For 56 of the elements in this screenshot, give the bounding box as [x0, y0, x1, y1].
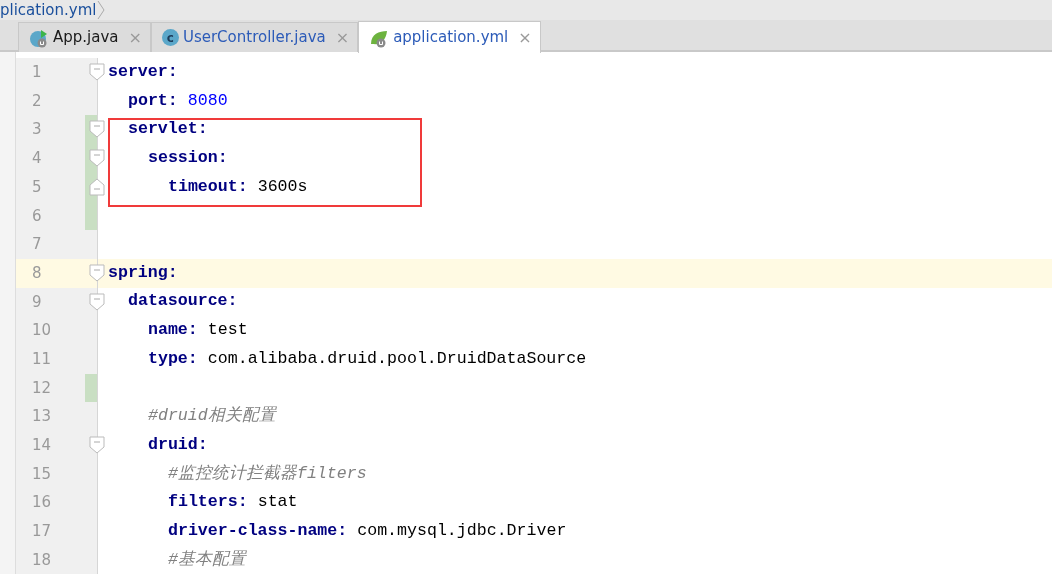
yaml-key: datasource:: [128, 289, 238, 315]
breadcrumb-item[interactable]: plication.yml: [0, 0, 97, 20]
yaml-key: filters:: [168, 490, 248, 516]
line-number: 8: [32, 262, 42, 284]
class-icon: c: [161, 29, 179, 46]
yaml-key: timeout:: [168, 174, 248, 200]
editor-tab[interactable]: App.java ×: [18, 22, 151, 52]
yaml-key: port:: [128, 88, 178, 114]
yaml-value: stat: [257, 491, 298, 514]
line-number: 2: [32, 90, 42, 112]
yaml-value: com.alibaba.druid.pool.DruidDataSource: [207, 347, 587, 370]
yaml-value: 3600s: [257, 175, 308, 198]
tab-label: UserController.java: [182, 27, 326, 49]
fold-icon[interactable]: [89, 292, 105, 311]
fold-icon[interactable]: [89, 120, 105, 139]
fold-icon[interactable]: [89, 149, 105, 168]
line-number: 9: [32, 291, 42, 313]
yaml-key: servlet:: [128, 117, 208, 143]
code-comment: #基本配置: [168, 548, 246, 571]
fold-icon[interactable]: [89, 263, 105, 282]
line-number: 13: [32, 406, 52, 428]
line-number: 10: [32, 320, 52, 342]
line-number: 16: [32, 492, 52, 514]
line-number: 4: [32, 148, 42, 170]
yaml-value: 8080: [187, 89, 228, 112]
class-run-icon: [29, 27, 49, 48]
chevron-icon: [96, 0, 107, 20]
line-number: 11: [32, 348, 52, 370]
line-number: 1: [32, 62, 42, 84]
code-comment: #druid相关配置: [148, 405, 276, 428]
line-number: 15: [32, 463, 52, 485]
editor-tab[interactable]: application.yml ×: [358, 21, 541, 53]
tab-label: application.yml: [393, 27, 509, 49]
fold-icon[interactable]: [89, 435, 105, 454]
line-number: 18: [32, 549, 52, 571]
line-number: 17: [32, 521, 52, 543]
line-number: 7: [32, 234, 42, 256]
editor-tab[interactable]: c UserController.java ×: [150, 22, 359, 52]
yaml-key: session:: [148, 145, 228, 171]
line-number: 6: [32, 205, 42, 227]
fold-icon[interactable]: [89, 63, 105, 81]
close-icon[interactable]: ×: [518, 25, 532, 50]
yaml-key: driver-class-name:: [168, 518, 348, 544]
line-number: 14: [32, 435, 52, 457]
yaml-value: com.mysql.jdbc.Driver: [357, 519, 567, 542]
yaml-key: server:: [108, 59, 178, 85]
yaml-key: name:: [148, 318, 198, 343]
yaml-key: spring:: [108, 260, 178, 286]
tab-label: App.java: [53, 27, 119, 49]
code-comment: #监控统计拦截器filters: [168, 462, 367, 485]
yaml-key: type:: [148, 346, 198, 372]
line-number: 5: [32, 176, 42, 198]
yaml-value: test: [207, 319, 248, 342]
line-number: 3: [32, 119, 42, 141]
line-number: 12: [32, 377, 52, 399]
yaml-key: druid:: [148, 432, 208, 458]
